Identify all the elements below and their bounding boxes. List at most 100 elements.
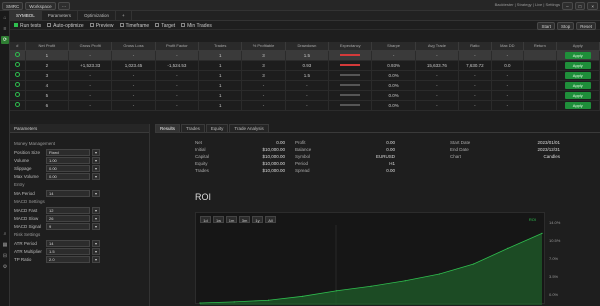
auto-optimize-toggle[interactable]: Auto-optimize	[47, 23, 84, 29]
col-header[interactable]: Trades	[198, 42, 243, 51]
table-row[interactable]: 4- - -1- -0.0% - - - Apply	[10, 80, 600, 91]
param-stepper[interactable]: ▾	[92, 214, 100, 222]
run-tests-toggle[interactable]: Run tests	[14, 23, 41, 29]
param-input[interactable]: 2.0	[46, 255, 90, 263]
settings-icon[interactable]: ⚙	[1, 263, 9, 271]
apply-button[interactable]: Apply	[564, 81, 591, 89]
row-select-icon[interactable]	[14, 82, 20, 87]
table-row[interactable]: 3- - -1 3 1.5 0.0% - - - Apply	[10, 70, 600, 81]
col-header[interactable]: Gross Loss	[111, 42, 156, 51]
stat-row: Initial $10,000.00	[195, 146, 285, 153]
tab-equity[interactable]: Equity	[205, 124, 229, 132]
param-input[interactable]: 26	[46, 214, 90, 222]
maximize-button[interactable]: □	[574, 2, 586, 10]
apply-button[interactable]: Apply	[564, 71, 591, 79]
filter-icon[interactable]: ⊟	[1, 252, 9, 260]
param-input[interactable]: 0.00	[46, 172, 90, 180]
param-stepper[interactable]: ▾	[92, 156, 100, 164]
minimize-button[interactable]: –	[562, 2, 573, 10]
tab-trade-analysis[interactable]: Trade Analysis	[229, 124, 269, 132]
section-macd: MACD Settings	[14, 199, 45, 204]
chart-icon[interactable]: ▦	[1, 241, 9, 249]
col-header[interactable]: Sharpe	[371, 42, 416, 51]
table-row[interactable]: 2 +1,523.33 1,023.45 -1,524.53 1 3 0.93 0.93% 15…	[10, 60, 600, 71]
stat-value: $10,000.00	[262, 168, 285, 173]
stat-label: Balance	[295, 147, 312, 152]
row-select-icon[interactable]	[14, 92, 20, 97]
col-header[interactable]: Gross Profit	[68, 42, 113, 51]
timeframe-toggle[interactable]: Timeframe	[119, 23, 149, 29]
param-stepper[interactable]: ▾	[92, 189, 100, 197]
col-header[interactable]: #	[10, 42, 26, 51]
stat-label: Capital	[195, 154, 210, 159]
tab-optimization[interactable]: Optimization	[78, 11, 117, 20]
param-stepper[interactable]: ▾	[92, 164, 100, 172]
row-select-icon[interactable]	[14, 52, 20, 57]
col-header[interactable]: Net Profit	[25, 42, 70, 51]
col-header[interactable]: Apply	[556, 42, 600, 51]
table-cell: 4	[25, 80, 70, 91]
target-toggle[interactable]: Target	[155, 23, 175, 29]
param-input[interactable]: 14	[46, 189, 90, 197]
table-cell: 0.0%	[371, 90, 416, 101]
param-label: MACD Slow	[14, 215, 39, 221]
col-header[interactable]: Expectancy	[328, 42, 373, 51]
row-select-icon[interactable]	[14, 72, 20, 77]
param-input[interactable]: 0.00	[46, 164, 90, 172]
col-header[interactable]: Return	[523, 42, 557, 51]
param-input[interactable]: 9	[46, 222, 90, 230]
tab-results[interactable]: Results	[155, 124, 181, 132]
col-header[interactable]: Drawdown	[285, 42, 330, 51]
list-icon[interactable]: ≡	[1, 25, 9, 33]
param-row: MACD Signal 9 ▾	[10, 222, 149, 230]
table-row[interactable]: 5- - -1- -0.0% - - - Apply	[10, 90, 600, 101]
table-cell: Apply	[556, 80, 600, 91]
tab-add[interactable]: +	[116, 11, 132, 20]
param-stepper[interactable]: ▾	[92, 255, 100, 263]
param-stepper[interactable]: ▾	[92, 222, 100, 230]
more-button[interactable]: ⋯	[57, 2, 71, 10]
param-input[interactable]: 14	[46, 239, 90, 247]
workspace-button[interactable]: Workspace	[25, 2, 56, 10]
row-select-icon[interactable]	[14, 62, 20, 67]
strategy-icon[interactable]: ⟳	[1, 36, 9, 44]
col-header[interactable]: Ratio	[458, 42, 492, 51]
table-cell	[523, 50, 557, 61]
tab-symbol[interactable]: SYMBOL	[10, 11, 42, 20]
apply-button[interactable]: Apply	[564, 51, 591, 59]
tab-trades[interactable]: Trades	[181, 124, 205, 132]
param-stepper[interactable]: ▾	[92, 172, 100, 180]
preview-toggle[interactable]: Preview	[89, 23, 114, 29]
param-stepper[interactable]: ▾	[92, 148, 100, 156]
param-input[interactable]: 1.00	[46, 156, 90, 164]
param-input[interactable]: 12	[46, 206, 90, 214]
app-menu-button[interactable]: SMRC	[2, 2, 24, 10]
stop-button[interactable]: Stop	[556, 22, 575, 30]
search-icon[interactable]: ⌕	[1, 230, 9, 238]
col-header[interactable]: % Profitable	[241, 42, 286, 51]
table-cell: -	[241, 80, 286, 91]
min-trades-toggle[interactable]: Min Trades	[181, 23, 212, 29]
tab-parameters[interactable]: Parameters	[42, 11, 79, 20]
apply-button[interactable]: Apply	[564, 61, 591, 69]
stat-row: Net 0.00	[195, 139, 285, 146]
param-input[interactable]: Fixed	[46, 148, 90, 156]
param-stepper[interactable]: ▾	[92, 206, 100, 214]
row-select-icon[interactable]	[14, 102, 20, 107]
start-button[interactable]: Start	[537, 22, 555, 30]
table-row[interactable]: 1- - -1 3 1.5- - - - Apply	[10, 50, 600, 61]
col-header[interactable]: Avg Trade	[415, 42, 460, 51]
param-stepper[interactable]: ▾	[92, 247, 100, 255]
apply-button[interactable]: Apply	[564, 91, 591, 99]
reset-button[interactable]: Reset	[576, 22, 596, 30]
table-cell: 1,023.45	[111, 60, 156, 71]
param-input[interactable]: 1.5	[46, 247, 90, 255]
table-row[interactable]: 6- - -1- -0.0% - - - Apply	[10, 100, 600, 111]
home-icon[interactable]: ⌂	[1, 14, 9, 22]
stat-row: Profit 0.00	[295, 139, 395, 146]
col-header[interactable]: Profit Factor	[155, 42, 200, 51]
apply-button[interactable]: Apply	[564, 101, 591, 109]
param-stepper[interactable]: ▾	[92, 239, 100, 247]
close-button[interactable]: ×	[587, 2, 598, 10]
col-header[interactable]: Max DD	[491, 42, 525, 51]
